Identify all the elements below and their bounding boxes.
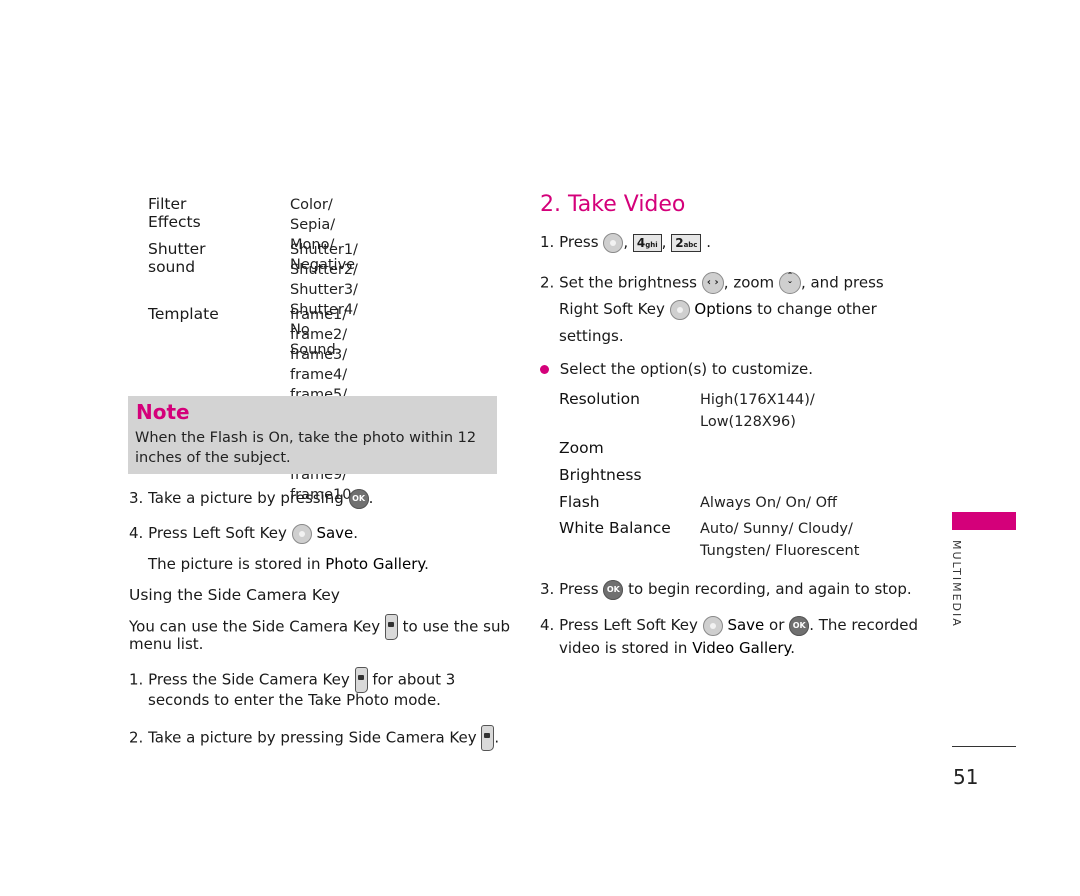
- step-text: 3. Press: [540, 580, 599, 598]
- side-camera-key-icon: [384, 614, 398, 640]
- section-heading: 2. Take Video: [540, 192, 686, 217]
- options-label: Options: [694, 300, 753, 318]
- video-gallery-label: Video Gallery: [692, 639, 791, 657]
- option-label: Filter Effects: [148, 195, 201, 231]
- side-step-1-line2: seconds to enter the Take Photo mode.: [148, 691, 441, 709]
- right-soft-key-icon: [669, 299, 690, 320]
- step-text: 1. Press: [540, 233, 599, 251]
- side-camera-key-icon: [481, 725, 495, 751]
- save-label: Save: [316, 524, 354, 542]
- left-step-4: 4. Press Left Soft Key Save.: [129, 523, 358, 544]
- step-text-zoom: , zoom: [723, 273, 775, 292]
- stored-suffix: .: [790, 639, 796, 657]
- menu-key-icon: [603, 232, 624, 253]
- bullet-text: Select the option(s) to customize.: [559, 360, 814, 378]
- option-label: Brightness: [559, 466, 642, 484]
- right-step-3: 3. Press OK to begin recording, and agai…: [540, 579, 912, 600]
- key-4-icon: 4ghi: [632, 233, 662, 252]
- step-text: 4. Press Left Soft Key: [129, 524, 287, 542]
- step-text: 1. Press the Side Camera Key: [129, 670, 350, 689]
- option-value: Auto/ Sunny/ Cloudy/ Tungsten/ Fluoresce…: [700, 521, 860, 559]
- option-label: Flash: [559, 493, 600, 511]
- intro-suffix: to use the sub: [402, 617, 511, 636]
- step-text: 3. Take a picture by pressing: [129, 489, 344, 507]
- right-step-4-line2: video is stored in Video Gallery.: [559, 638, 795, 658]
- step-text: 2. Take a picture by pressing Side Camer…: [129, 728, 477, 747]
- page-divider: [952, 746, 1016, 747]
- step-suffix: to begin recording, and again to stop.: [628, 580, 912, 598]
- step-text: Right Soft Key: [559, 300, 665, 318]
- step-text-press: , and press: [800, 273, 884, 292]
- option-value: Always On/ On/ Off: [700, 495, 838, 511]
- step-suffix: .: [353, 524, 359, 542]
- side-camera-intro-line2: menu list.: [129, 635, 204, 653]
- stored-suffix: .: [424, 555, 429, 573]
- bullet-icon: [540, 365, 549, 374]
- key-digit: 2: [675, 235, 684, 250]
- option-label: White Balance: [559, 519, 671, 537]
- key-letters: abc: [683, 240, 698, 249]
- ok-key-icon: OK: [348, 488, 369, 509]
- option-label: Shutter sound: [148, 240, 206, 276]
- option-label: Zoom: [559, 439, 604, 457]
- intro-text: You can use the Side Camera Key: [129, 617, 381, 636]
- step-suffix: for about 3: [372, 670, 456, 689]
- note-body: When the Flash is On, take the photo wit…: [135, 430, 477, 466]
- note-title: Note: [136, 400, 190, 424]
- section-label: MULTIMEDIA: [950, 540, 963, 628]
- step-text: 2. Set the brightness: [540, 273, 697, 292]
- side-camera-heading: Using the Side Camera Key: [129, 586, 340, 604]
- stored-prefix: The picture is stored in: [148, 555, 321, 573]
- page-number: 51: [953, 765, 979, 789]
- step-suffix: . The recorded: [809, 616, 919, 634]
- step-suffix: .: [494, 728, 500, 747]
- stored-prefix: video is stored in: [559, 639, 688, 657]
- right-step-2-line3: settings.: [559, 327, 624, 345]
- key-digit: 4: [636, 235, 646, 250]
- step-suffix: to change other: [757, 300, 877, 318]
- key-2-icon: 2abc: [671, 233, 702, 252]
- nav-left-right-icon: ‹ ›: [701, 272, 724, 294]
- option-label: Template: [148, 305, 219, 323]
- left-soft-key-icon: [291, 523, 312, 544]
- left-soft-key-icon: [702, 615, 723, 636]
- option-label: Resolution: [559, 390, 640, 408]
- side-step-2: 2. Take a picture by pressing Side Camer…: [129, 725, 499, 751]
- photo-gallery-label: Photo Gallery: [325, 555, 425, 573]
- option-value: High(176X144)/ Low(128X96): [700, 392, 815, 430]
- step-text: 4. Press Left Soft Key: [540, 616, 698, 634]
- ok-key-icon: OK: [789, 615, 810, 636]
- section-tab-marker: [952, 512, 1016, 530]
- right-step-4: 4. Press Left Soft Key Save or OK. The r…: [540, 615, 918, 636]
- bullet-item: Select the option(s) to customize.: [540, 359, 813, 379]
- note-box: Note When the Flash is On, take the phot…: [128, 396, 497, 474]
- right-step-2-line2: Right Soft Key Options to change other: [559, 299, 877, 320]
- key-letters: ghi: [645, 240, 658, 249]
- step-or: or: [769, 616, 785, 634]
- ok-key-icon: OK: [603, 579, 624, 600]
- right-step-2: 2. Set the brightness ‹ ›, zoom ˆˇ, and …: [540, 272, 884, 294]
- photo-stored-text: The picture is stored in Photo Gallery.: [148, 554, 429, 574]
- save-label: Save: [727, 616, 765, 634]
- step-suffix: .: [368, 489, 374, 507]
- right-step-1: 1. Press , 4ghi, 2abc .: [540, 232, 711, 253]
- left-step-3: 3. Take a picture by pressing OK.: [129, 488, 373, 509]
- nav-up-down-icon: ˆˇ: [778, 272, 801, 294]
